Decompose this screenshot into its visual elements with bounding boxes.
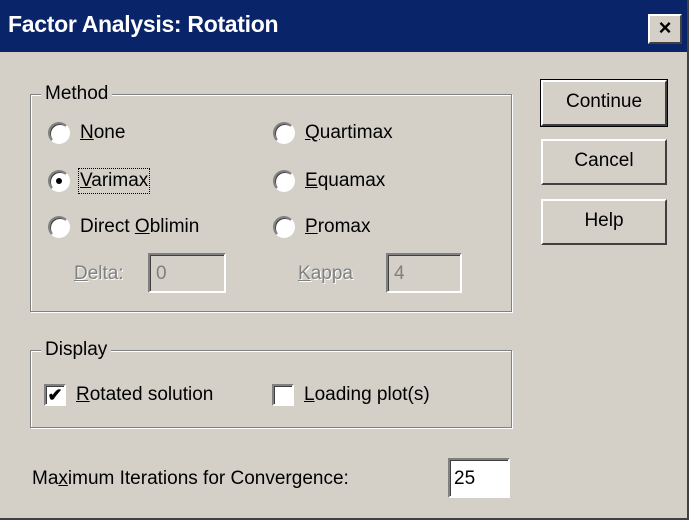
kappa-input[interactable]: 4 xyxy=(386,253,462,293)
delta-label: Delta: xyxy=(74,263,124,284)
radio-equamax-button[interactable] xyxy=(273,170,295,192)
radio-none-label: None xyxy=(80,122,126,143)
rotated-solution-box[interactable]: ✔ xyxy=(44,384,66,406)
max-iterations-value: 25 xyxy=(454,468,476,489)
max-iterations-input[interactable]: 25 xyxy=(448,458,510,498)
radio-direct-oblimin-button[interactable] xyxy=(48,216,70,238)
radio-direct-oblimin-label: Direct Oblimin xyxy=(80,216,200,237)
radio-equamax[interactable]: Equamax xyxy=(273,170,385,192)
display-legend: Display xyxy=(41,338,112,362)
method-legend: Method xyxy=(41,82,113,106)
radio-none-button[interactable] xyxy=(48,122,70,144)
rotated-solution-label: Rotated solution xyxy=(76,384,214,405)
loading-plots-checkbox[interactable]: Loading plot(s) xyxy=(272,384,430,406)
kappa-value: 4 xyxy=(394,263,405,284)
radio-direct-oblimin[interactable]: Direct Oblimin xyxy=(48,216,199,238)
kappa-label: Kappa xyxy=(298,263,353,284)
continue-button[interactable]: Continue xyxy=(540,79,668,127)
cancel-button[interactable]: Cancel xyxy=(541,139,667,185)
delta-input[interactable]: 0 xyxy=(148,253,226,293)
loading-plots-box[interactable] xyxy=(272,384,294,406)
rotation-dialog: Factor Analysis: Rotation × Method None … xyxy=(0,0,689,520)
delta-value: 0 xyxy=(156,263,167,284)
radio-varimax[interactable]: Varimax xyxy=(48,168,151,194)
radio-quartimax-button[interactable] xyxy=(273,122,295,144)
radio-varimax-label: Varimax xyxy=(77,168,151,194)
rotated-solution-checkbox[interactable]: ✔ Rotated solution xyxy=(44,384,213,406)
radio-promax[interactable]: Promax xyxy=(273,216,370,238)
radio-quartimax[interactable]: Quartimax xyxy=(273,122,393,144)
help-button[interactable]: Help xyxy=(541,199,667,245)
checkmark-icon: ✔ xyxy=(47,385,63,405)
radio-promax-button[interactable] xyxy=(273,216,295,238)
close-icon: × xyxy=(658,15,672,40)
radio-none[interactable]: None xyxy=(48,122,125,144)
radio-equamax-label: Equamax xyxy=(305,170,386,191)
radio-varimax-button[interactable] xyxy=(48,170,70,192)
radio-promax-label: Promax xyxy=(305,216,371,237)
max-iterations-label: Maximum Iterations for Convergence: xyxy=(32,468,349,489)
window-title: Factor Analysis: Rotation xyxy=(8,11,279,37)
title-bar[interactable]: Factor Analysis: Rotation × xyxy=(0,0,687,52)
loading-plots-label: Loading plot(s) xyxy=(304,384,430,405)
close-button[interactable]: × xyxy=(648,14,682,44)
radio-quartimax-label: Quartimax xyxy=(305,122,393,143)
